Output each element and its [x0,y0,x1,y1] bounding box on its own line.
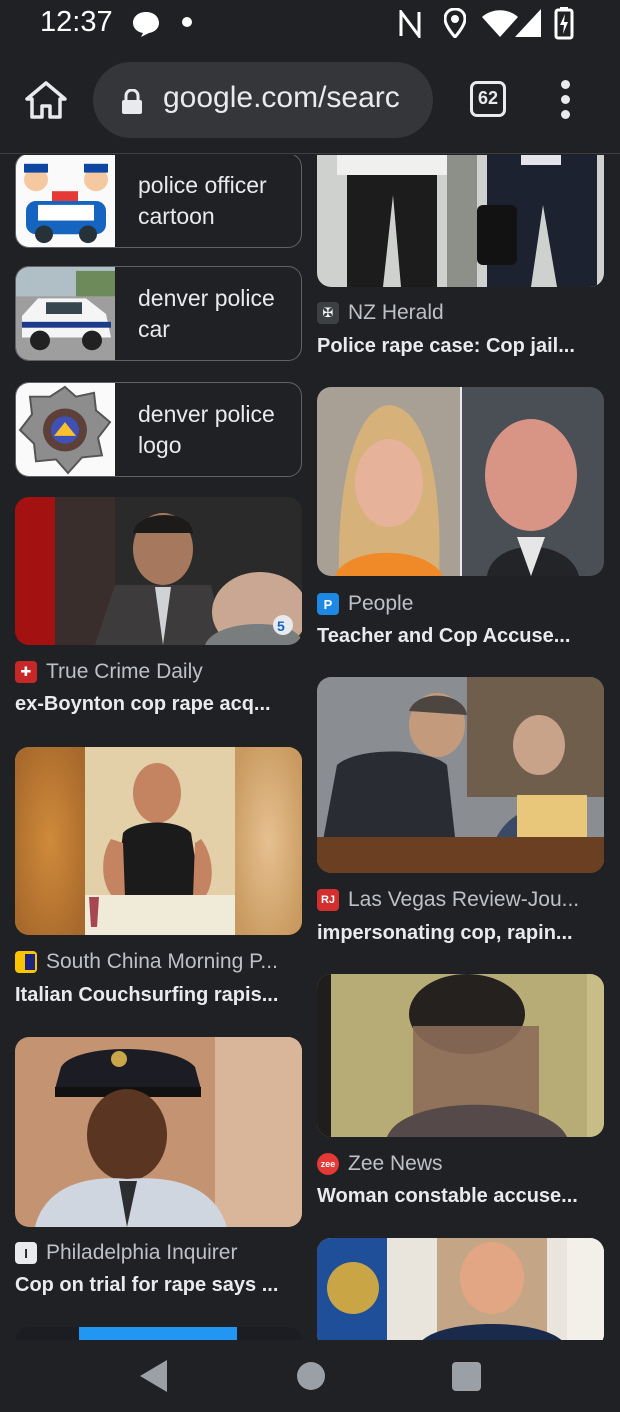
recents-icon[interactable] [452,1362,481,1391]
result-image-nz-herald[interactable] [317,155,604,287]
couchsurfing-photo [15,747,302,935]
police-logo-thumbnail [16,383,115,476]
result-source[interactable]: zee Zee News [317,1152,604,1176]
result-source[interactable]: South China Morning P... [15,950,302,974]
zee-news-favicon: zee [317,1153,339,1175]
result-image-people[interactable] [317,387,604,576]
back-icon[interactable] [140,1360,167,1392]
tabs-icon[interactable]: 62 [470,81,506,117]
result-title[interactable]: Teacher and Cop Accuse... [317,625,604,648]
court-whisper-photo [317,677,604,873]
status-bar: 12:37 [0,0,620,48]
related-search-police-officer-cartoon[interactable]: police officer cartoon [15,155,302,248]
police-car-thumbnail [16,267,115,360]
result-source[interactable]: P People [317,592,604,616]
svg-text:5: 5 [277,618,285,634]
source-name: Las Vegas Review-Jou... [348,888,580,911]
mugshots-photo [317,387,604,576]
result-source[interactable]: ✠ NZ Herald [317,301,604,325]
officer-portrait-photo [15,1037,302,1227]
source-name: NZ Herald [348,301,444,324]
result-image-review-journal[interactable] [317,677,604,873]
police-chief-photo [317,1238,604,1340]
result-image-philadelphia-inquirer[interactable] [15,1037,302,1227]
scmp-favicon [15,951,37,973]
chip-label: police officer cartoon [138,171,267,229]
result-title[interactable]: Italian Couchsurfing rapis... [15,984,302,1007]
result-source[interactable]: RJ Las Vegas Review-Jou... [317,888,604,912]
result-title[interactable]: Woman constable accuse... [317,1185,604,1208]
result-image-partial-chief[interactable] [317,1238,604,1340]
image-results: police officer cartoon denver police car… [0,155,620,1340]
chip-label: denver police car [138,284,275,342]
source-name: South China Morning P... [46,950,278,973]
walking-officers-photo [317,155,604,287]
wifi-icon [482,10,518,37]
result-image-scmp[interactable] [15,747,302,935]
status-time: 12:37 [40,6,113,38]
location-icon [444,8,466,38]
blurred-constable-photo [317,974,604,1137]
more-vert-icon[interactable] [552,80,580,120]
true-crime-daily-favicon: ✚ [15,661,37,683]
cell-signal-icon [515,9,541,37]
source-name: True Crime Daily [46,660,203,683]
source-name: Zee News [348,1152,443,1175]
nz-herald-favicon: ✠ [317,302,339,324]
address-bar[interactable]: google.com/searc [93,62,433,138]
result-image-true-crime-daily[interactable]: 5 [15,497,302,645]
home-circle-icon[interactable] [297,1362,325,1390]
lock-icon [122,89,142,114]
browser-toolbar: google.com/searc 62 [0,48,620,154]
related-search-denver-police-car[interactable]: denver police car [15,266,302,361]
nfc-icon [399,10,421,38]
police-cartoon-thumbnail [16,155,115,247]
related-search-denver-police-logo[interactable]: denver police logo [15,382,302,477]
system-nav-bar [0,1340,620,1412]
result-source[interactable]: I Philadelphia Inquirer [15,1241,302,1265]
result-title[interactable]: impersonating cop, rapin... [317,922,604,945]
result-source[interactable]: ✚ True Crime Daily [15,660,302,684]
source-name: People [348,592,414,615]
url-text: google.com/searc [163,81,400,114]
battery-charging-icon [554,7,574,40]
people-favicon: P [317,593,339,615]
courtroom-photo: 5 [15,497,302,645]
source-name: Philadelphia Inquirer [46,1241,238,1264]
review-journal-favicon: RJ [317,889,339,911]
dot-icon [182,17,192,27]
result-title[interactable]: Cop on trial for rape says ... [15,1274,302,1297]
result-image-zee-news[interactable] [317,974,604,1137]
chat-notification-icon [133,12,159,37]
result-title[interactable]: Police rape case: Cop jail... [317,335,604,358]
result-image-partial[interactable] [15,1327,302,1340]
philadelphia-inquirer-favicon: I [15,1242,37,1264]
home-icon[interactable] [24,78,68,122]
chip-label: denver police logo [138,400,275,458]
result-title[interactable]: ex-Boynton cop rape acq... [15,693,302,716]
partial-photo [15,1327,302,1340]
